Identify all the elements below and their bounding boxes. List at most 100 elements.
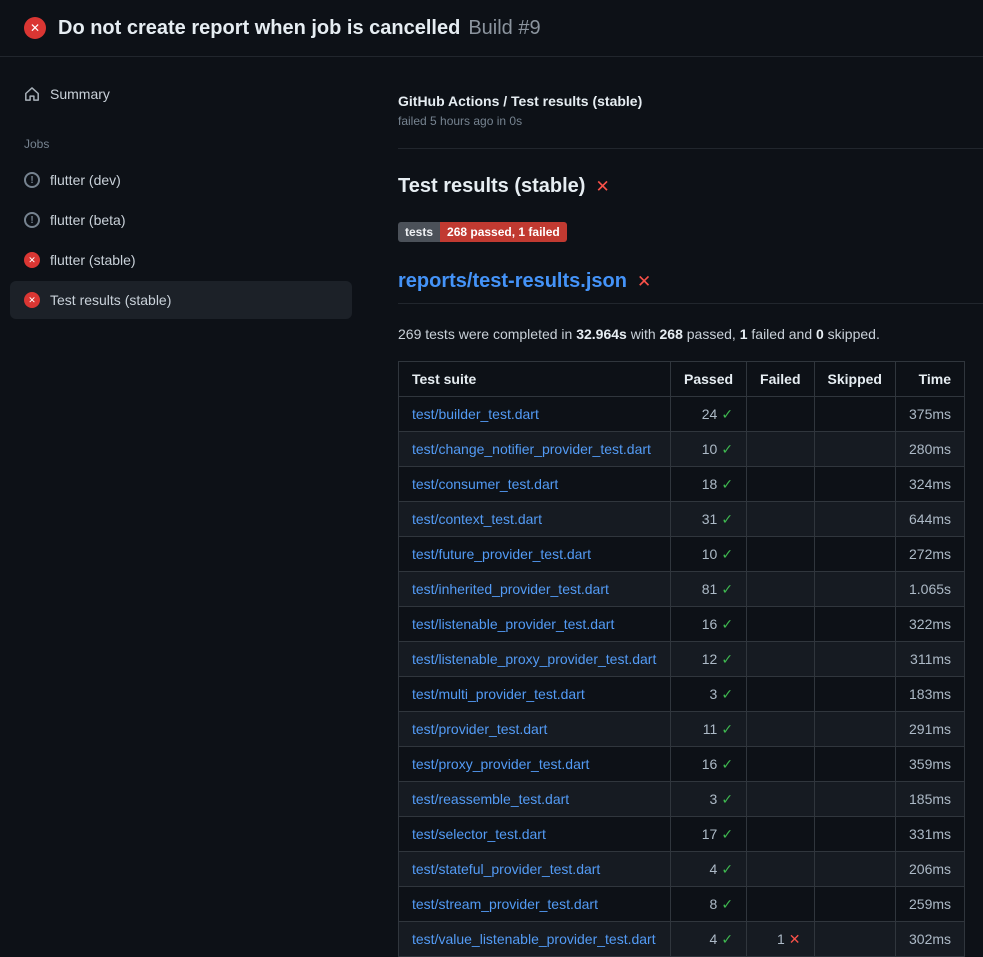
sidebar-item-flutter-stable[interactable]: ✕ flutter (stable) [10, 241, 352, 279]
table-row: test/context_test.dart 31✓ 644ms [399, 502, 965, 537]
suite-link[interactable]: test/multi_provider_test.dart [412, 686, 585, 702]
job-label: flutter (beta) [50, 212, 125, 228]
table-row: test/inherited_provider_test.dart 81✓ 1.… [399, 572, 965, 607]
skipped-cell [814, 397, 895, 432]
suite-cell: test/proxy_provider_test.dart [399, 747, 671, 782]
col-header-passed: Passed [671, 362, 747, 397]
time-cell: 272ms [895, 537, 964, 572]
job-label: flutter (dev) [50, 172, 121, 188]
summary-text: passed, [683, 326, 740, 342]
failed-cell [747, 747, 814, 782]
summary-skipped-count: 0 [816, 326, 824, 342]
passed-cell: 16✓ [671, 607, 747, 642]
passed-count: 4 [710, 861, 718, 877]
summary-failed-count: 1 [740, 326, 748, 342]
suite-link[interactable]: test/listenable_provider_test.dart [412, 616, 614, 632]
failed-cell [747, 467, 814, 502]
check-icon: ✓ [721, 826, 733, 842]
check-title-row: Test results (stable) ✕ [398, 175, 983, 198]
suite-cell: test/multi_provider_test.dart [399, 677, 671, 712]
time-cell: 280ms [895, 432, 964, 467]
check-icon: ✓ [721, 441, 733, 457]
job-label: flutter (stable) [50, 252, 136, 268]
passed-cell: 11✓ [671, 712, 747, 747]
run-title: Do not create report when job is cancell… [58, 17, 460, 40]
check-icon: ✓ [721, 616, 733, 632]
table-row: test/value_listenable_provider_test.dart… [399, 922, 965, 957]
check-icon: ✓ [721, 511, 733, 527]
suite-link[interactable]: test/builder_test.dart [412, 406, 539, 422]
suite-cell: test/consumer_test.dart [399, 467, 671, 502]
sidebar-item-flutter-dev[interactable]: ! flutter (dev) [10, 161, 352, 199]
suite-link[interactable]: test/consumer_test.dart [412, 476, 558, 492]
skipped-cell [814, 467, 895, 502]
skipped-cell [814, 677, 895, 712]
sidebar-item-test-results-stable[interactable]: ✕ Test results (stable) [10, 281, 352, 319]
sidebar-item-flutter-beta[interactable]: ! flutter (beta) [10, 201, 352, 239]
suite-link[interactable]: test/proxy_provider_test.dart [412, 756, 589, 772]
table-header-row: Test suite Passed Failed Skipped Time [399, 362, 965, 397]
time-cell: 322ms [895, 607, 964, 642]
check-icon: ✓ [721, 651, 733, 667]
suite-link[interactable]: test/context_test.dart [412, 511, 542, 527]
time-cell: 331ms [895, 817, 964, 852]
suite-link[interactable]: test/stream_provider_test.dart [412, 896, 598, 912]
passed-cell: 16✓ [671, 747, 747, 782]
sidebar-item-summary[interactable]: Summary [10, 75, 352, 113]
table-row: test/multi_provider_test.dart 3✓ 183ms [399, 677, 965, 712]
failed-count: 1 [777, 931, 785, 947]
passed-cell: 17✓ [671, 817, 747, 852]
suite-link[interactable]: test/change_notifier_provider_test.dart [412, 441, 651, 457]
suite-link[interactable]: test/reassemble_test.dart [412, 791, 569, 807]
time-cell: 183ms [895, 677, 964, 712]
summary-line: 269 tests were completed in 32.964s with… [398, 326, 983, 342]
breadcrumb: GitHub Actions / Test results (stable) [398, 93, 983, 109]
skipped-cell [814, 432, 895, 467]
check-icon: ✓ [721, 756, 733, 772]
results-table-body: test/builder_test.dart 24✓ 375ms test/ch… [399, 397, 965, 957]
suite-cell: test/reassemble_test.dart [399, 782, 671, 817]
summary-passed-count: 268 [660, 326, 683, 342]
report-link[interactable]: reports/test-results.json [398, 270, 627, 293]
failed-cell [747, 642, 814, 677]
skipped-cell [814, 572, 895, 607]
time-cell: 324ms [895, 467, 964, 502]
check-icon: ✓ [721, 791, 733, 807]
passed-cell: 10✓ [671, 537, 747, 572]
passed-count: 17 [702, 826, 718, 842]
suite-link[interactable]: test/listenable_proxy_provider_test.dart [412, 651, 656, 667]
passed-cell: 31✓ [671, 502, 747, 537]
check-icon: ✓ [721, 686, 733, 702]
badge-wrap: tests 268 passed, 1 failed [398, 222, 983, 242]
check-icon: ✓ [721, 861, 733, 877]
badge-value: 268 passed, 1 failed [440, 222, 567, 242]
skipped-cell [814, 887, 895, 922]
check-icon: ✓ [721, 931, 733, 947]
time-cell: 644ms [895, 502, 964, 537]
suite-link[interactable]: test/future_provider_test.dart [412, 546, 591, 562]
run-build-number: Build #9 [468, 17, 540, 40]
suite-link[interactable]: test/stateful_provider_test.dart [412, 861, 600, 877]
neutral-status-icon: ! [24, 212, 40, 228]
passed-count: 16 [702, 756, 718, 772]
suite-link[interactable]: test/value_listenable_provider_test.dart [412, 931, 656, 947]
passed-count: 31 [702, 511, 718, 527]
suite-link[interactable]: test/inherited_provider_test.dart [412, 581, 609, 597]
skipped-cell [814, 817, 895, 852]
suite-cell: test/listenable_provider_test.dart [399, 607, 671, 642]
passed-cell: 12✓ [671, 642, 747, 677]
failed-cell [747, 782, 814, 817]
failed-status-icon: ✕ [24, 292, 40, 308]
passed-count: 16 [702, 616, 718, 632]
failed-cell [747, 817, 814, 852]
table-row: test/consumer_test.dart 18✓ 324ms [399, 467, 965, 502]
suite-link[interactable]: test/provider_test.dart [412, 721, 547, 737]
content-divider [398, 148, 983, 149]
passed-count: 18 [702, 476, 718, 492]
skipped-cell [814, 607, 895, 642]
suite-link[interactable]: test/selector_test.dart [412, 826, 546, 842]
table-row: test/builder_test.dart 24✓ 375ms [399, 397, 965, 432]
passed-count: 10 [702, 441, 718, 457]
failed-cell [747, 572, 814, 607]
col-header-failed: Failed [747, 362, 814, 397]
